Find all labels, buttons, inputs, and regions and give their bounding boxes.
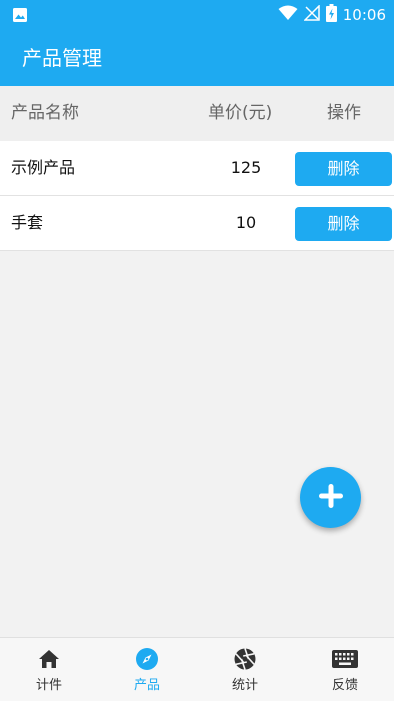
- tab-label: 反馈: [331, 678, 358, 693]
- add-product-button[interactable]: [300, 467, 361, 528]
- page-title: 产品管理: [22, 46, 102, 70]
- product-name: 手套: [11, 213, 44, 232]
- plus-icon: [318, 483, 344, 513]
- tab-products[interactable]: 产品: [98, 638, 196, 701]
- column-header-action: 操作: [327, 103, 361, 123]
- wifi-icon: [278, 5, 298, 25]
- tab-feedback[interactable]: 反馈: [296, 638, 394, 701]
- tab-piecework[interactable]: 计件: [0, 638, 98, 701]
- bottom-tab-bar: 计件 产品 统计 反馈: [0, 637, 394, 701]
- table-header: 产品名称 单价(元) 操作: [0, 86, 394, 141]
- delete-button[interactable]: 删除: [295, 152, 392, 186]
- tab-label: 产品: [133, 678, 160, 693]
- compass-icon: [136, 648, 158, 670]
- status-bar: 10:06: [0, 0, 394, 30]
- home-icon: [38, 648, 60, 670]
- product-price: 125: [230, 158, 262, 177]
- status-time: 10:06: [342, 6, 386, 24]
- table-row[interactable]: 示例产品 125 删除: [0, 141, 394, 196]
- product-name: 示例产品: [11, 158, 76, 177]
- delete-button[interactable]: 删除: [295, 207, 392, 241]
- column-header-price: 单价(元): [208, 103, 273, 123]
- keyboard-icon: [332, 648, 358, 670]
- column-header-name: 产品名称: [11, 103, 79, 123]
- image-icon: [12, 7, 28, 27]
- no-signal-icon: [302, 4, 320, 25]
- battery-charging-icon: [325, 4, 337, 26]
- product-price: 10: [235, 213, 257, 232]
- table-row[interactable]: 手套 10 删除: [0, 196, 394, 251]
- tab-label: 计件: [35, 678, 62, 693]
- app-bar: 产品管理: [0, 30, 394, 86]
- tab-label: 统计: [231, 678, 258, 693]
- aperture-icon: [234, 648, 256, 670]
- tab-statistics[interactable]: 统计: [196, 638, 294, 701]
